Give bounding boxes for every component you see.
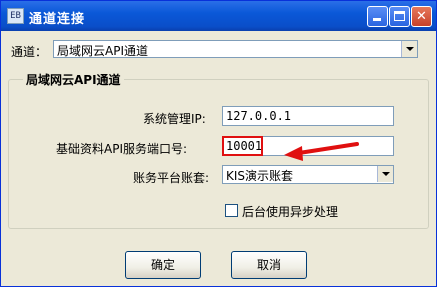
- maximize-icon: [394, 11, 405, 21]
- account-select[interactable]: KIS演示账套: [222, 165, 394, 184]
- async-checkbox[interactable]: [225, 204, 238, 217]
- channel-label: 通道：: [11, 45, 48, 59]
- minimize-button[interactable]: [367, 6, 388, 27]
- channel-select[interactable]: 局域网云API通道: [53, 40, 418, 58]
- window-title: 通道连接: [29, 12, 86, 27]
- account-select-value: KIS演示账套: [226, 169, 294, 183]
- red-arrow-icon: [284, 142, 359, 161]
- close-button[interactable]: ✕: [411, 6, 432, 27]
- ip-label: 系统管理IP:: [143, 112, 206, 126]
- cancel-button[interactable]: 取消: [231, 251, 307, 279]
- channel-select-value: 局域网云API通道: [57, 44, 148, 58]
- app-window-icon: EB: [7, 8, 24, 24]
- async-label[interactable]: 后台使用异步处理: [242, 203, 338, 220]
- ip-input[interactable]: 127.0.0.1: [222, 106, 394, 126]
- ip-input-value: 127.0.0.1: [226, 109, 292, 123]
- minimize-icon: [373, 18, 381, 21]
- connection-dialog: EB 通道连接 ✕ 通道： 局域网云API通道 局域网云API通道 系统管理IP…: [0, 0, 437, 287]
- group-title: 局域网云API通道: [23, 71, 124, 88]
- close-icon: ✕: [416, 9, 427, 24]
- chevron-down-icon[interactable]: [401, 41, 417, 57]
- title-bar[interactable]: EB 通道连接 ✕: [1, 1, 436, 31]
- port-highlight-box: [222, 136, 263, 156]
- ok-button[interactable]: 确定: [125, 251, 201, 279]
- maximize-button[interactable]: [389, 6, 410, 27]
- account-label: 账务平台账套:: [133, 171, 210, 185]
- chevron-down-icon[interactable]: [377, 166, 393, 182]
- port-label: 基础资料API服务端口号:: [56, 142, 188, 156]
